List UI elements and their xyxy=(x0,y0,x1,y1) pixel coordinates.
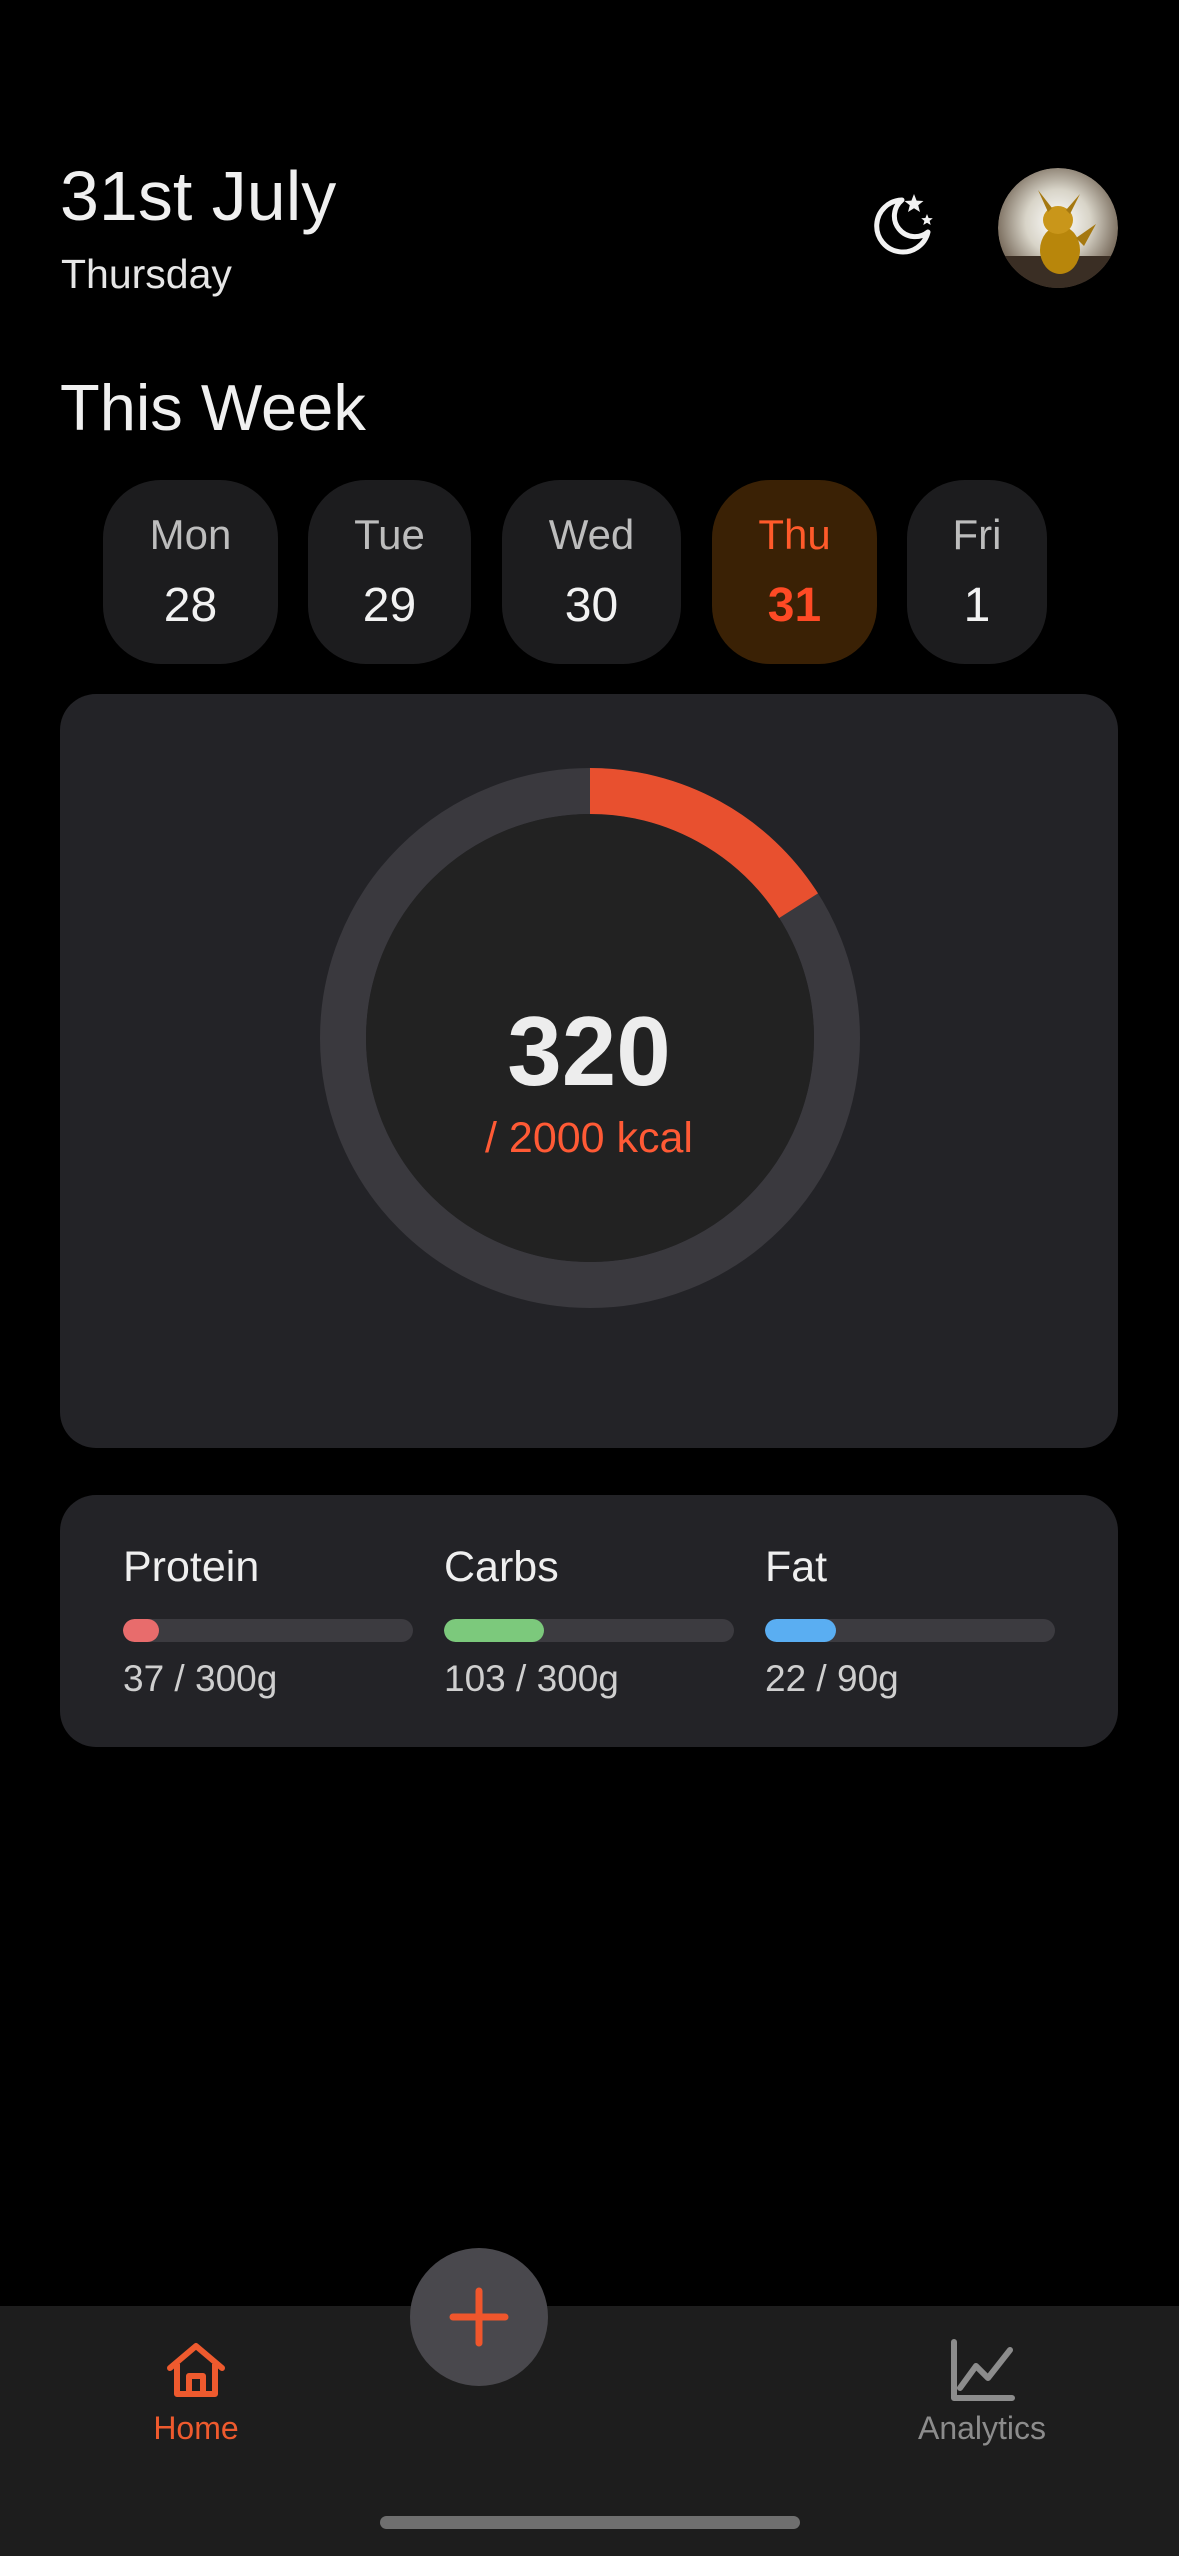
macro-value: 103 / 300g xyxy=(444,1658,619,1699)
day-number: 28 xyxy=(163,579,218,632)
macro-progress-track xyxy=(444,1619,734,1642)
day-pill-mon[interactable]: Mon 28 xyxy=(103,480,278,664)
day-pill-tue[interactable]: Tue 29 xyxy=(308,480,471,664)
macro-fat: Fat 22 / 90g xyxy=(765,1495,1055,1747)
nav-analytics-label: Analytics xyxy=(917,2410,1047,2446)
page-title-date: 31st July xyxy=(60,157,337,235)
day-number: 1 xyxy=(963,579,991,632)
add-entry-button[interactable] xyxy=(410,2248,548,2386)
day-name: Thu xyxy=(758,511,831,558)
plus-icon xyxy=(449,2287,509,2347)
home-indicator[interactable] xyxy=(380,2516,800,2529)
day-name: Mon xyxy=(149,511,232,558)
theme-toggle-button[interactable] xyxy=(866,186,938,266)
day-name: Tue xyxy=(354,511,425,558)
day-name: Fri xyxy=(952,511,1002,558)
calorie-card: 320 / 2000 kcal xyxy=(60,694,1118,1448)
day-pill-wed[interactable]: Wed 30 xyxy=(502,480,681,664)
macro-progress-track xyxy=(123,1619,413,1642)
day-pill-fri[interactable]: Fri 1 xyxy=(907,480,1047,664)
day-pill-thu[interactable]: Thu 31 xyxy=(712,480,877,664)
week-section-title: This Week xyxy=(60,371,366,444)
day-number: 31 xyxy=(767,579,822,632)
macro-label: Fat xyxy=(765,1543,828,1591)
macro-label: Carbs xyxy=(444,1543,559,1591)
day-number: 29 xyxy=(362,579,417,632)
macro-progress-track xyxy=(765,1619,1055,1642)
macro-value: 22 / 90g xyxy=(765,1658,899,1699)
day-number: 30 xyxy=(564,579,619,632)
calories-goal: / 2000 kcal xyxy=(485,1114,693,1162)
macros-card: Protein 37 / 300g Carbs 103 / 300g Fat 2… xyxy=(60,1495,1118,1747)
macro-carbs: Carbs 103 / 300g xyxy=(444,1495,734,1747)
macro-progress-fill xyxy=(123,1619,159,1642)
day-name: Wed xyxy=(548,511,635,558)
macro-progress-fill xyxy=(765,1619,836,1642)
calories-consumed: 320 xyxy=(507,996,671,1106)
macro-label: Protein xyxy=(123,1543,260,1591)
weekday-subtitle: Thursday xyxy=(61,251,232,297)
line-chart-icon xyxy=(951,2339,1015,2401)
home-icon xyxy=(167,2343,225,2397)
avatar[interactable] xyxy=(998,168,1118,288)
macro-protein: Protein 37 / 300g xyxy=(123,1495,413,1747)
macro-progress-fill xyxy=(444,1619,544,1642)
macro-value: 37 / 300g xyxy=(123,1658,278,1699)
nav-home[interactable]: Home xyxy=(96,2336,296,2466)
moon-stars-icon xyxy=(874,194,933,255)
nav-home-label: Home xyxy=(153,2410,239,2446)
pikachu-avatar xyxy=(998,168,1118,288)
nav-analytics[interactable]: Analytics xyxy=(882,2336,1082,2466)
